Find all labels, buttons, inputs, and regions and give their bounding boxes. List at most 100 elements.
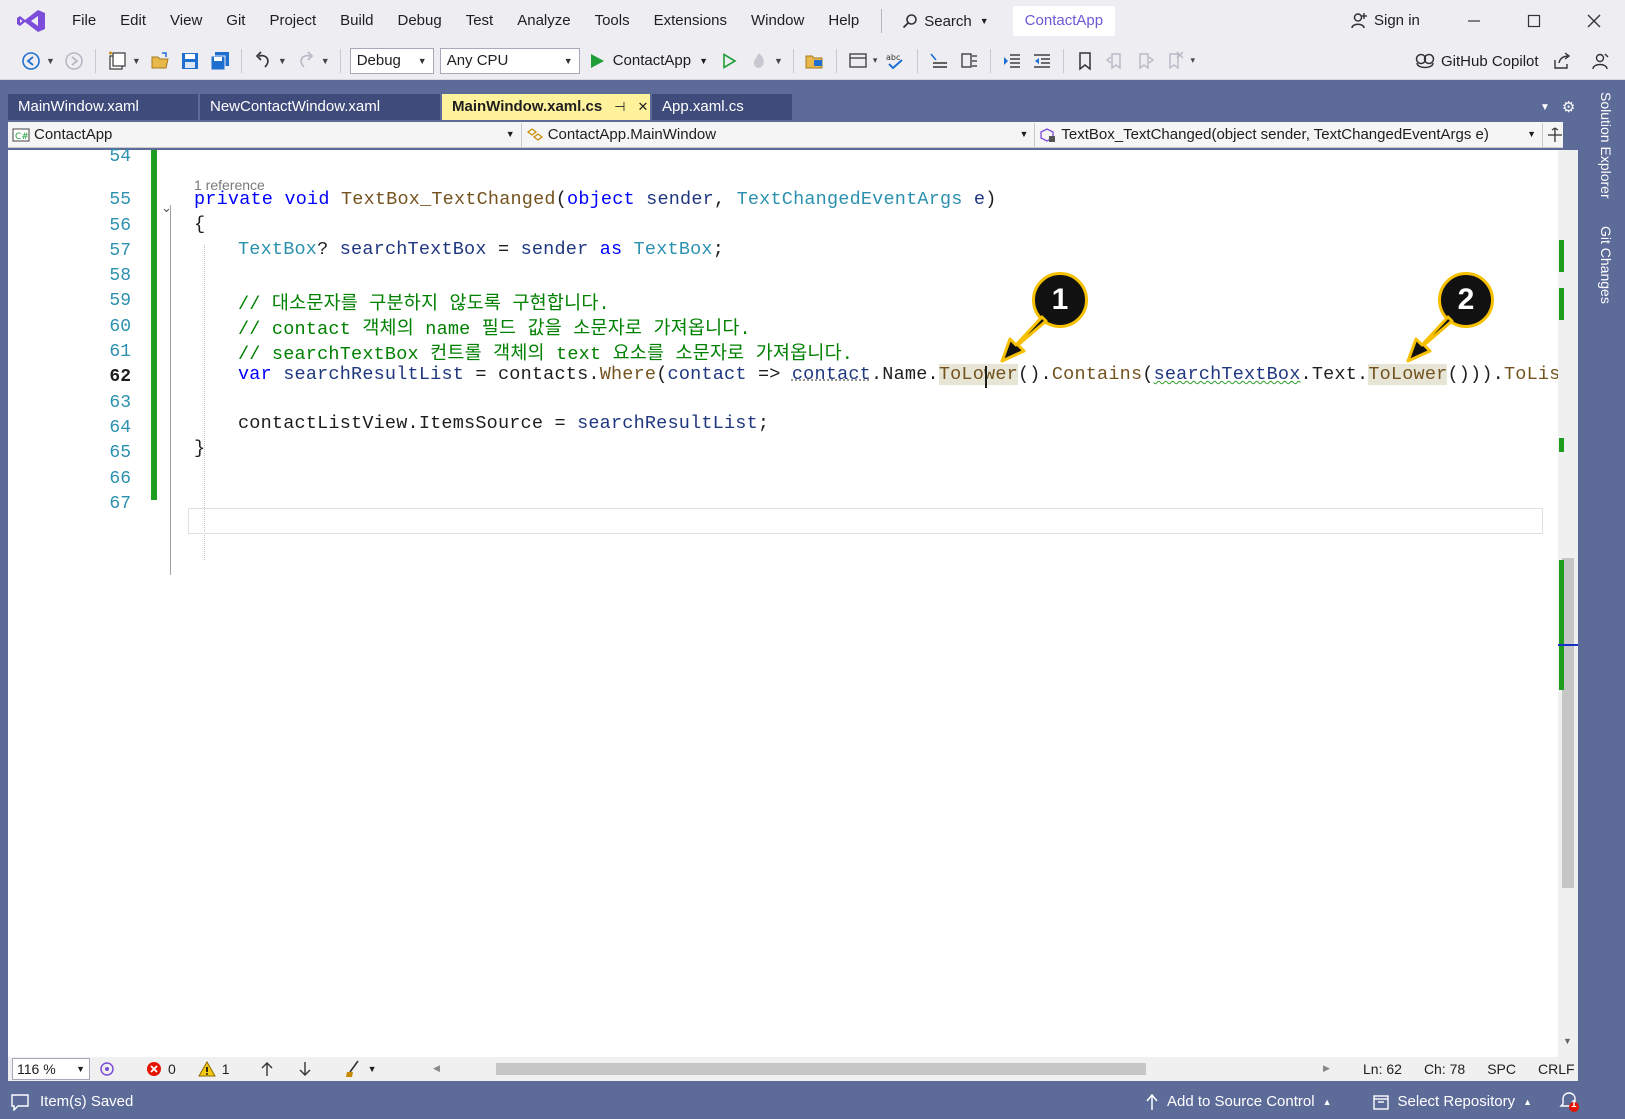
notifications-button[interactable]: 1	[1558, 1090, 1588, 1114]
menu-debug[interactable]: Debug	[386, 0, 454, 42]
add-to-source-control-button[interactable]: Add to Source Control ▲	[1145, 1093, 1332, 1111]
layout-button[interactable]	[845, 48, 871, 74]
previous-issue-icon[interactable]	[260, 1061, 274, 1077]
open-file-button[interactable]	[147, 48, 173, 74]
menu-git[interactable]: Git	[214, 0, 257, 42]
decrease-indent-button[interactable]	[999, 48, 1025, 74]
navigate-forward-button[interactable]	[61, 48, 87, 74]
menu-extensions[interactable]: Extensions	[642, 0, 739, 42]
menu-build[interactable]: Build	[328, 0, 385, 42]
code-token-warning[interactable]: searchTextBox	[1154, 364, 1301, 385]
uncomment-button[interactable]	[956, 48, 982, 74]
navigate-back-button[interactable]	[18, 48, 44, 74]
menu-file[interactable]: File	[60, 0, 108, 42]
gear-icon[interactable]: ⚙	[1562, 98, 1575, 116]
close-window-button[interactable]	[1565, 0, 1623, 42]
error-count-button[interactable]: 0	[146, 1061, 176, 1077]
menu-help[interactable]: Help	[816, 0, 871, 42]
save-all-button[interactable]	[207, 48, 233, 74]
tolower-call-2[interactable]: ToLower	[1368, 364, 1448, 385]
code-cleanup-icon[interactable]	[344, 1060, 364, 1078]
search-button[interactable]: Search ▼	[892, 0, 998, 42]
feedback-icon[interactable]	[1591, 52, 1609, 70]
menu-project[interactable]: Project	[257, 0, 328, 42]
menu-tools[interactable]: Tools	[583, 0, 642, 42]
undo-button[interactable]	[250, 48, 276, 74]
next-bookmark-button[interactable]	[1132, 48, 1158, 74]
visual-studio-logo-icon[interactable]	[16, 9, 46, 33]
maximize-button[interactable]	[1505, 0, 1563, 42]
hot-reload-button[interactable]	[746, 48, 772, 74]
menu-window[interactable]: Window	[739, 0, 816, 42]
tolower-call-1[interactable]: ToLower	[938, 364, 1018, 385]
toggle-bookmark-button[interactable]	[1072, 48, 1098, 74]
pin-tab-icon[interactable]: ⊣	[614, 94, 625, 120]
column-indicator[interactable]: Ch: 78	[1424, 1061, 1465, 1077]
caret-position-info: Ln: 62 Ch: 78 SPC CRLF	[1363, 1057, 1575, 1081]
tab-list-dropdown-icon[interactable]: ▼	[1540, 102, 1550, 113]
warning-count-button[interactable]: 1	[197, 1061, 230, 1077]
current-line-number: 62	[109, 367, 131, 387]
minimize-button[interactable]	[1445, 0, 1503, 42]
save-button[interactable]	[177, 48, 203, 74]
solution-explorer-button[interactable]	[802, 48, 828, 74]
next-issue-icon[interactable]	[298, 1061, 312, 1077]
zoom-level-select[interactable]: 116 % ▼	[12, 1058, 90, 1080]
chevron-down-icon[interactable]: ▼	[278, 56, 287, 66]
menu-analyze[interactable]: Analyze	[505, 0, 582, 42]
code-editor[interactable]: 54 55 56 57 58 59 60 61 62 63 64 65 66 6…	[8, 147, 1560, 1057]
spell-check-button[interactable]: abc	[883, 48, 909, 74]
share-icon[interactable]	[1553, 52, 1571, 70]
line-ending-indicator[interactable]: CRLF	[1538, 1061, 1575, 1077]
forward-arrow-icon	[65, 51, 83, 70]
horizontal-scrollbar[interactable]	[448, 1063, 1338, 1075]
chevron-down-icon[interactable]: ▼	[321, 56, 330, 66]
vertical-scrollbar[interactable]: ▼	[1558, 150, 1578, 1057]
solution-configuration-select[interactable]: Debug ▼	[349, 47, 434, 74]
sign-in-button[interactable]: Sign in	[1350, 0, 1420, 42]
scroll-down-icon[interactable]: ▼	[1563, 1036, 1572, 1046]
repository-icon	[1372, 1094, 1389, 1110]
intellicode-icon[interactable]	[98, 1060, 116, 1078]
increase-indent-button[interactable]	[1029, 48, 1055, 74]
whitespace-indicator[interactable]: SPC	[1487, 1061, 1516, 1077]
comment-button[interactable]	[926, 48, 952, 74]
menu-view[interactable]: View	[158, 0, 214, 42]
scroll-right-icon[interactable]: ▶	[1323, 1063, 1330, 1074]
code-token: TextBox_TextChanged	[340, 189, 556, 210]
chevron-down-icon[interactable]: ▼	[774, 56, 783, 66]
redo-button[interactable]	[293, 48, 319, 74]
project-select[interactable]: C# ContactApp ▼	[8, 122, 522, 147]
github-copilot-button[interactable]: GitHub Copilot	[1415, 48, 1615, 74]
type-select[interactable]: ContactApp.MainWindow ▼	[522, 122, 1036, 147]
clear-bookmarks-button[interactable]	[1162, 48, 1188, 74]
split-window-icon[interactable]	[1547, 126, 1563, 143]
tab-app-xaml-cs[interactable]: App.xaml.cs	[652, 94, 792, 120]
close-tab-icon[interactable]: ✕	[638, 94, 649, 120]
member-select[interactable]: TextBox_TextChanged(object sender, TextC…	[1035, 122, 1544, 147]
tab-mainwindow-xaml-cs[interactable]: MainWindow.xaml.cs ⊣ ✕	[442, 94, 650, 120]
save-icon	[181, 52, 198, 69]
new-item-button[interactable]	[104, 48, 130, 74]
chevron-down-icon[interactable]: ▼	[132, 56, 141, 66]
toolbar-overflow-icon[interactable]: ▾	[1190, 55, 1195, 66]
solution-platform-select[interactable]: Any CPU ▼	[439, 47, 580, 74]
scroll-left-icon[interactable]: ◀	[433, 1063, 440, 1074]
menu-test[interactable]: Test	[454, 0, 506, 42]
start-debugging-button[interactable]: ContactApp ▼	[583, 52, 714, 69]
chevron-down-icon[interactable]: ▼	[46, 56, 55, 66]
tab-mainwindow-xaml[interactable]: MainWindow.xaml	[8, 94, 198, 120]
start-without-debugging-button[interactable]	[716, 48, 742, 74]
code-token: ,	[713, 189, 737, 210]
select-repository-button[interactable]: Select Repository ▲	[1372, 1093, 1532, 1111]
chevron-down-icon[interactable]: ▾	[873, 55, 878, 66]
git-changes-side-tab[interactable]: Git Changes	[1598, 226, 1614, 304]
solution-explorer-side-tab[interactable]: Solution Explorer	[1598, 92, 1614, 199]
menu-edit[interactable]: Edit	[108, 0, 158, 42]
chevron-down-icon[interactable]: ▼	[368, 1064, 377, 1074]
tab-newcontactwindow-xaml[interactable]: NewContactWindow.xaml	[200, 94, 440, 120]
solution-name-badge[interactable]: ContactApp	[1012, 6, 1116, 36]
line-indicator[interactable]: Ln: 62	[1363, 1061, 1402, 1077]
previous-bookmark-button[interactable]	[1102, 48, 1128, 74]
horizontal-scroll-thumb[interactable]	[496, 1063, 1146, 1075]
